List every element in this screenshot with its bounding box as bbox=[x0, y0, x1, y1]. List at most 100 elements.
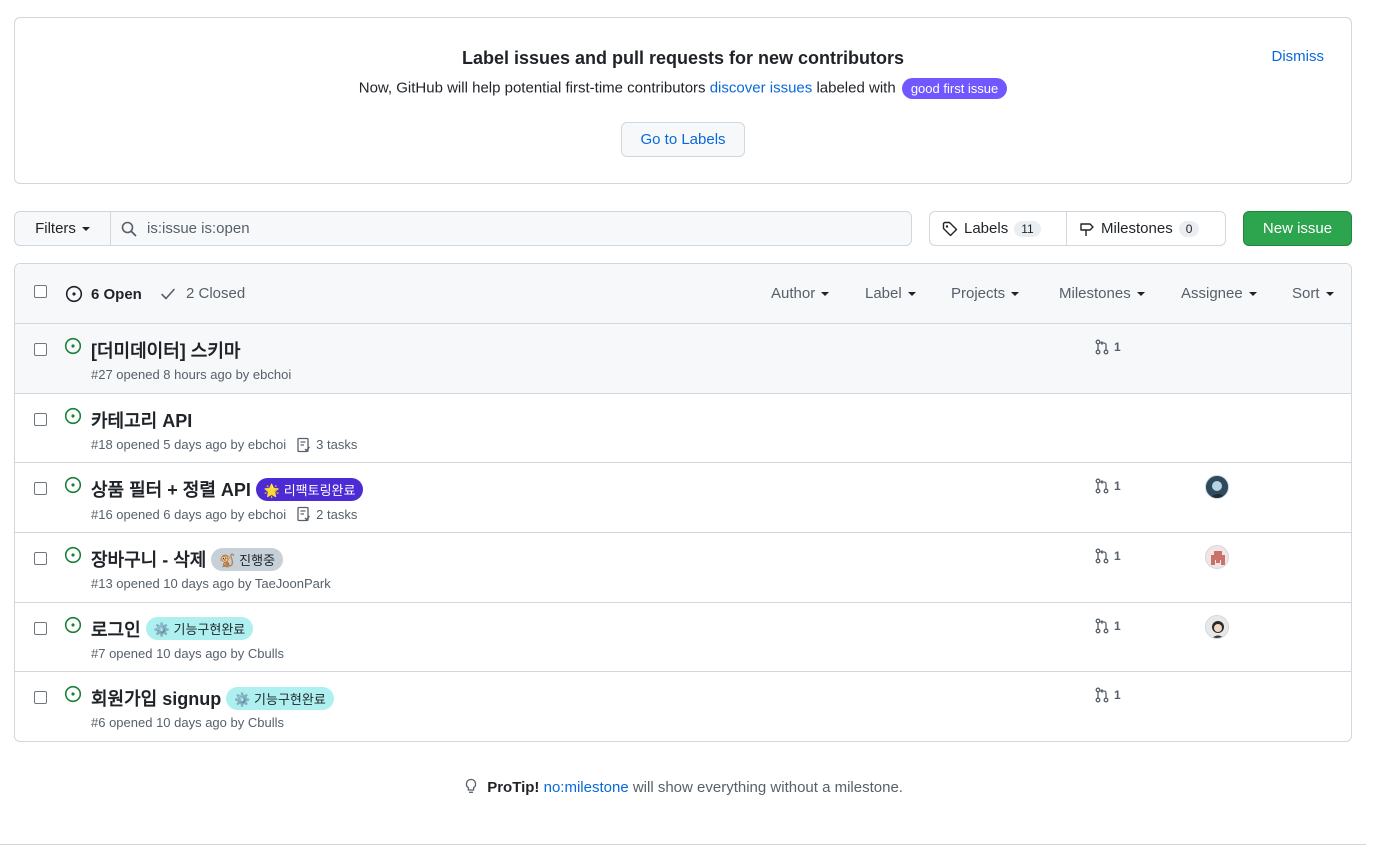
milestones-filter[interactable]: Milestones bbox=[1059, 285, 1145, 302]
issue-meta: #6 opened 10 days ago by Cbulls bbox=[91, 715, 284, 730]
good-first-issue-badge: good first issue bbox=[901, 78, 1008, 99]
issue-meta-text: #16 opened 6 days ago by ebchoi bbox=[91, 506, 287, 522]
issue-row: 회원가입 signup ⚙️ 기능구현완료 #6 opened 10 days … bbox=[15, 672, 1351, 741]
assignee-filter-label: Assignee bbox=[1181, 285, 1243, 302]
linked-pr-count: 1 bbox=[1114, 479, 1121, 494]
closed-count-label: 2 Closed bbox=[186, 285, 246, 302]
banner-desc-mid: labeled with bbox=[816, 79, 896, 97]
issue-title-group: 로그인 ⚙️ 기능구현완료 bbox=[91, 616, 254, 642]
issue-open-icon bbox=[64, 616, 82, 633]
go-to-labels-button[interactable]: Go to Labels bbox=[621, 122, 745, 157]
issue-open-icon bbox=[65, 285, 83, 303]
tag-icon bbox=[942, 221, 958, 236]
issue-meta-text: #18 opened 5 days ago by ebchoi bbox=[91, 437, 287, 453]
search-box[interactable] bbox=[110, 211, 912, 246]
issue-checkbox[interactable] bbox=[34, 621, 47, 635]
issue-title-link[interactable]: 로그인 bbox=[91, 616, 141, 642]
milestones-filter-label: Milestones bbox=[1059, 285, 1131, 302]
task-count: 2 tasks bbox=[316, 506, 358, 522]
label-filter-label: Label bbox=[865, 285, 902, 302]
lightbulb-icon bbox=[465, 778, 477, 793]
issue-row: [더미데이터] 스키마 #27 opened 8 hours ago by eb… bbox=[15, 324, 1351, 394]
dismiss-link[interactable]: Dismiss bbox=[1272, 48, 1325, 65]
pull-request-icon bbox=[1095, 548, 1109, 564]
issue-meta-text: #7 opened 10 days ago by Cbulls bbox=[91, 645, 284, 661]
issue-title-link[interactable]: [더미데이터] 스키마 bbox=[91, 337, 240, 363]
issue-title-link[interactable]: 상품 필터 + 정렬 API bbox=[91, 476, 251, 502]
assignee-avatar[interactable] bbox=[1205, 475, 1229, 500]
issue-meta-text: #27 opened 8 hours ago by ebchoi bbox=[91, 367, 292, 382]
new-issue-button[interactable]: New issue bbox=[1243, 211, 1352, 246]
caret-down-icon bbox=[1011, 292, 1020, 297]
search-input[interactable] bbox=[145, 219, 845, 238]
assignee-avatar[interactable] bbox=[1205, 614, 1229, 639]
issue-checkbox[interactable] bbox=[34, 552, 47, 566]
issue-title-link[interactable]: 장바구니 - 삭제 bbox=[91, 546, 206, 572]
no-milestone-link[interactable]: no:milestone bbox=[544, 779, 629, 796]
issue-meta: #13 opened 10 days ago by TaeJoonPark bbox=[91, 576, 331, 591]
caret-down-icon bbox=[1136, 292, 1145, 297]
milestones-count: 0 bbox=[1178, 220, 1200, 237]
avatar-image bbox=[1206, 615, 1228, 638]
caret-down-icon bbox=[907, 292, 916, 297]
issue-title-group: [더미데이터] 스키마 bbox=[91, 337, 240, 363]
discover-issues-link[interactable]: discover issues bbox=[710, 79, 813, 96]
labels-button[interactable]: Labels 11 bbox=[929, 211, 1067, 246]
new-contributors-banner: Label issues and pull requests for new c… bbox=[14, 17, 1352, 184]
caret-down-icon bbox=[1248, 292, 1257, 297]
linked-pr[interactable]: 1 bbox=[1094, 687, 1121, 703]
linked-pr[interactable]: 1 bbox=[1094, 478, 1121, 494]
assignee-filter[interactable]: Assignee bbox=[1181, 285, 1257, 302]
issue-checkbox[interactable] bbox=[34, 691, 47, 705]
assignee-avatar[interactable] bbox=[1205, 545, 1229, 570]
issue-checkbox[interactable] bbox=[34, 482, 47, 496]
check-icon bbox=[161, 288, 175, 299]
caret-down-icon bbox=[81, 226, 90, 231]
issue-meta: #16 opened 6 days ago by ebchoi 2 tasks bbox=[91, 506, 357, 522]
avatar-image bbox=[1206, 476, 1228, 499]
issue-open-icon bbox=[64, 686, 82, 703]
issue-row: 로그인 ⚙️ 기능구현완료 #7 opened 10 days ago by C… bbox=[15, 603, 1351, 673]
issue-title-group: 상품 필터 + 정렬 API 🌟 리팩토링완료 bbox=[91, 476, 364, 502]
issue-meta-text: #6 opened 10 days ago by Cbulls bbox=[91, 715, 284, 731]
projects-filter-label: Projects bbox=[951, 285, 1006, 302]
milestones-button[interactable]: Milestones 0 bbox=[1066, 211, 1226, 246]
closed-issues-tab[interactable]: 2 Closed bbox=[160, 285, 245, 302]
issues-toolbar: Filters Labels 11 Milestones 0 New issue bbox=[14, 211, 1352, 246]
issue-title-link[interactable]: 카테고리 API bbox=[91, 407, 192, 433]
pull-request-icon bbox=[1095, 687, 1109, 703]
author-filter[interactable]: Author bbox=[771, 285, 830, 302]
projects-filter[interactable]: Projects bbox=[951, 285, 1020, 302]
linked-pr[interactable]: 1 bbox=[1094, 339, 1121, 355]
issue-label-feature-done[interactable]: ⚙️ 기능구현완료 bbox=[226, 686, 334, 710]
issues-list-header: 6 Open 2 Closed Author Label Projects Mi… bbox=[15, 264, 1351, 324]
issue-label-feature-done[interactable]: ⚙️ 기능구현완료 bbox=[145, 617, 254, 641]
footer-divider bbox=[0, 844, 1366, 845]
linked-pr[interactable]: 1 bbox=[1094, 618, 1121, 634]
linked-pr[interactable]: 1 bbox=[1094, 548, 1121, 564]
linked-pr-count: 1 bbox=[1114, 688, 1121, 703]
label-filter[interactable]: Label bbox=[865, 285, 916, 302]
issue-open-icon bbox=[64, 546, 82, 564]
linked-pr-count: 1 bbox=[1114, 549, 1121, 564]
issue-checkbox[interactable] bbox=[34, 343, 47, 356]
search-icon bbox=[121, 221, 137, 236]
sort-filter[interactable]: Sort bbox=[1292, 285, 1334, 302]
issue-title-link[interactable]: 회원가입 signup bbox=[91, 685, 221, 711]
issue-label-refactor[interactable]: 🌟 리팩토링완료 bbox=[255, 477, 364, 501]
issue-label-in-progress[interactable]: 🐒 진행중 bbox=[211, 547, 284, 571]
open-issues-tab[interactable]: 6 Open bbox=[65, 285, 142, 303]
labels-label: Labels bbox=[964, 220, 1009, 237]
banner-desc-prefix: Now, GitHub will help potential first-ti… bbox=[358, 79, 706, 97]
issue-checkbox[interactable] bbox=[34, 412, 47, 426]
issue-row: 장바구니 - 삭제 🐒 진행중 #13 opened 10 days ago b… bbox=[15, 533, 1351, 603]
task-count: 3 tasks bbox=[316, 437, 358, 453]
filters-button[interactable]: Filters bbox=[14, 211, 111, 246]
pull-request-icon bbox=[1095, 618, 1109, 634]
issue-title-group: 장바구니 - 삭제 🐒 진행중 bbox=[91, 546, 284, 572]
milestones-label: Milestones bbox=[1101, 220, 1173, 237]
checklist-icon bbox=[297, 437, 311, 452]
issue-meta: #7 opened 10 days ago by Cbulls bbox=[91, 646, 284, 661]
banner-description: Now, GitHub will help potential first-ti… bbox=[15, 78, 1351, 99]
select-all-checkbox[interactable] bbox=[34, 285, 47, 298]
